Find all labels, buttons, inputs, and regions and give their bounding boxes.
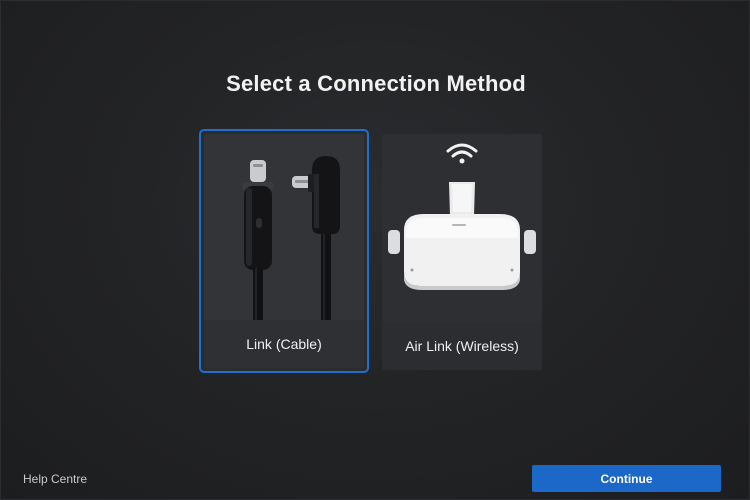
option-air-link-wireless[interactable]: Air Link (Wireless) — [382, 134, 542, 370]
option-link-cable[interactable]: Link (Cable) — [199, 129, 369, 373]
help-centre-link[interactable]: Help Centre — [23, 472, 87, 486]
vr-headset-icon — [388, 143, 536, 290]
option-card-inner: Air Link (Wireless) — [382, 134, 542, 370]
connection-method-window: Select a Connection Method Link (Cable) … — [0, 0, 750, 500]
page-title: Select a Connection Method — [226, 71, 526, 96]
option-label: Link (Cable) — [204, 320, 364, 368]
option-label: Air Link (Wireless) — [382, 322, 542, 370]
continue-button[interactable]: Continue — [532, 465, 721, 492]
option-card-inner: Link (Cable) — [204, 134, 364, 368]
wifi-icon — [446, 143, 478, 164]
usb-c-cable-icon — [242, 156, 340, 322]
